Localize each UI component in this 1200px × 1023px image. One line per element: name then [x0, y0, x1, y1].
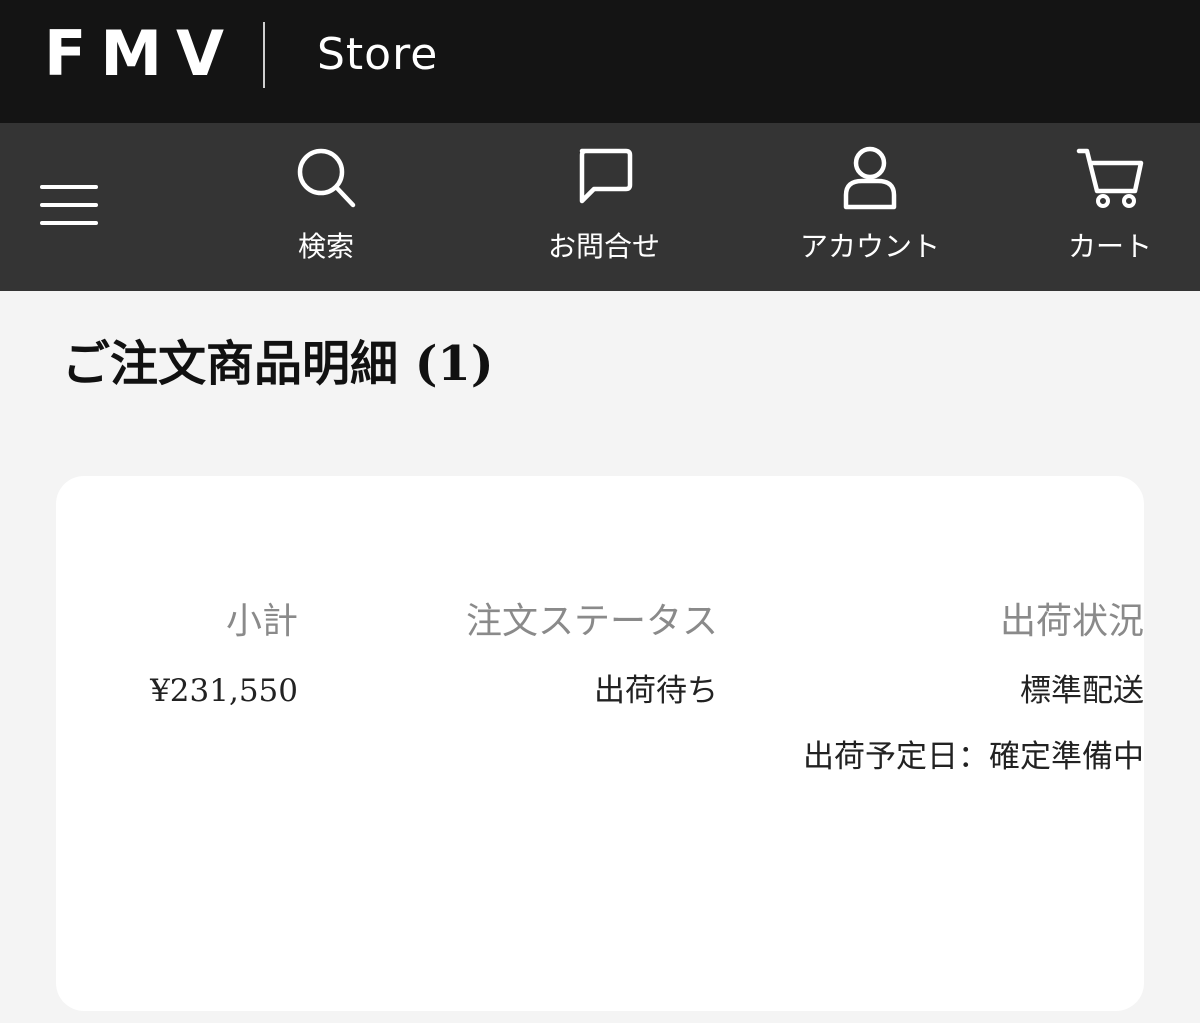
store-label: Store [317, 29, 439, 80]
shipping-label: 出荷状況 [999, 601, 1144, 642]
search-icon [297, 148, 356, 208]
chat-bubble-icon [579, 148, 633, 204]
shipping-column: 出荷状況 標準配送 出荷予定日：確定準備中 [803, 594, 1144, 790]
nav-search[interactable]: 検索 [226, 145, 426, 275]
brand-divider [263, 22, 265, 88]
nav-contact[interactable]: お問合せ [504, 145, 704, 275]
status-value: 出荷待ち [594, 673, 718, 709]
subtotal-value: ¥231,550 [150, 673, 298, 709]
shipping-date: 出荷予定日：確定準備中 [803, 739, 1144, 775]
nav-contact-label: お問合せ [547, 230, 660, 263]
nav-account[interactable]: アカウント [770, 145, 970, 275]
nav-cart[interactable]: カート [1010, 145, 1200, 275]
subtotal-column: 小計 ¥231,550 [150, 594, 298, 724]
user-icon [843, 146, 897, 210]
nav-bar: 検索 お問合せ アカウント カート [0, 123, 1200, 291]
fmv-logo[interactable]: FMV [44, 22, 238, 86]
brand-bar: FMV Store [0, 0, 1200, 123]
order-detail-card: 小計 ¥231,550 注文ステータス 出荷待ち 出荷状況 標準配送 出荷予定日… [56, 476, 1144, 1011]
status-column: 注文ステータス 出荷待ち [466, 594, 718, 724]
nav-cart-label: カート [1067, 230, 1152, 263]
cart-icon [1076, 148, 1144, 208]
page-title: ご注文商品明細 (1) [62, 336, 494, 392]
nav-search-label: 検索 [297, 230, 354, 263]
status-label: 注文ステータス [465, 601, 718, 642]
hamburger-menu-icon[interactable] [40, 183, 98, 227]
shipping-method: 標準配送 [1020, 673, 1144, 709]
nav-account-label: アカウント [799, 230, 940, 263]
subtotal-label: 小計 [225, 601, 298, 642]
